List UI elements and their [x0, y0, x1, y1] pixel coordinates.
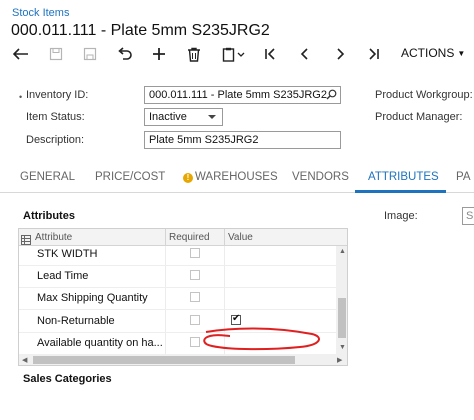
table-row[interactable]: Max Shipping Quantity	[19, 287, 336, 310]
scroll-left-icon[interactable]: ◀	[22, 356, 27, 364]
tab-pa[interactable]: PA	[456, 171, 471, 183]
save-icon[interactable]	[79, 44, 101, 64]
tab-warehouses-label: WAREHOUSES	[195, 171, 278, 183]
actions-menu-button[interactable]: ACTIONS ▼	[401, 46, 465, 60]
inventory-id-value: 000.011.111 - Plate 5mm S235JRG2	[149, 89, 327, 101]
column-header-value[interactable]: Value	[228, 232, 253, 243]
description-label: Description:	[26, 134, 85, 146]
table-row[interactable]: Lead Time	[19, 265, 336, 288]
value-checkbox[interactable]: ✔	[231, 313, 241, 325]
attribute-name: STK WIDTH	[37, 248, 98, 260]
tab-warehouses[interactable]: ! WAREHOUSES	[183, 171, 278, 183]
column-header-required[interactable]: Required	[169, 232, 210, 243]
checkmark-icon: ✔	[232, 313, 241, 324]
item-status-select[interactable]: Inactive	[144, 108, 223, 126]
search-icon[interactable]	[326, 89, 337, 103]
trash-icon[interactable]	[183, 44, 205, 64]
attributes-section-title: Attributes	[23, 210, 75, 222]
tab-price-cost[interactable]: PRICE/COST	[95, 171, 165, 183]
previous-record-icon[interactable]	[294, 44, 316, 64]
breadcrumb[interactable]: Stock Items	[12, 7, 69, 19]
product-workgroup-label: Product Workgroup:	[375, 89, 473, 101]
required-checkbox	[190, 292, 200, 302]
attribute-name: Non-Returnable	[37, 315, 115, 327]
warning-icon: !	[183, 173, 193, 183]
tab-attributes[interactable]: ATTRIBUTES	[368, 171, 439, 183]
inventory-id-label: Inventory ID:	[26, 89, 89, 101]
plus-icon[interactable]	[148, 44, 170, 64]
page-title: 000.011.111 - Plate 5mm S235JRG2	[11, 22, 270, 39]
vertical-scrollbar[interactable]: ▲ ▼	[336, 246, 347, 354]
description-value: Plate 5mm S235JRG2	[149, 134, 259, 146]
scroll-up-icon[interactable]: ▲	[339, 248, 346, 255]
required-checkbox	[190, 270, 200, 280]
attribute-name: Available quantity on ha...	[37, 337, 163, 349]
scroll-right-icon[interactable]: ▶	[337, 356, 342, 364]
add-record-icon[interactable]	[45, 44, 67, 64]
copy-paste-icon[interactable]	[220, 44, 248, 64]
table-row[interactable]: STK WIDTH	[19, 243, 336, 266]
inventory-id-field[interactable]: 000.011.111 - Plate 5mm S235JRG2	[144, 86, 341, 104]
required-marker: •	[19, 92, 23, 102]
image-label: Image:	[384, 210, 418, 222]
chevron-down-icon: ▼	[457, 49, 466, 58]
back-arrow-icon[interactable]	[10, 44, 32, 64]
attribute-name: Lead Time	[37, 270, 89, 282]
sales-categories-title: Sales Categories	[23, 373, 112, 385]
vertical-scroll-thumb[interactable]	[338, 298, 346, 338]
red-annotation-scribble	[203, 327, 321, 351]
actions-label: ACTIONS	[401, 46, 455, 60]
last-record-icon[interactable]	[363, 44, 385, 64]
description-field[interactable]: Plate 5mm S235JRG2	[144, 131, 341, 149]
toolbar: ACTIONS ▼	[0, 42, 474, 66]
column-header-attribute[interactable]: Attribute	[35, 232, 72, 243]
item-status-label: Item Status:	[26, 111, 85, 123]
dropdown-arrow-icon[interactable]	[208, 115, 216, 119]
scroll-down-icon[interactable]: ▼	[339, 344, 346, 351]
required-checkbox	[190, 315, 200, 325]
undo-icon[interactable]	[114, 44, 136, 64]
item-status-value: Inactive	[149, 111, 187, 123]
image-field[interactable]: S	[462, 207, 474, 225]
next-record-icon[interactable]	[329, 44, 351, 64]
tab-bar: GENERAL PRICE/COST ! WAREHOUSES VENDORS A…	[0, 163, 474, 193]
attribute-name: Max Shipping Quantity	[37, 292, 148, 304]
product-manager-label: Product Manager:	[375, 111, 463, 123]
first-record-icon[interactable]	[259, 44, 281, 64]
required-checkbox	[190, 337, 200, 347]
horizontal-scroll-thumb[interactable]	[33, 356, 295, 364]
tab-general[interactable]: GENERAL	[20, 171, 75, 183]
tab-vendors[interactable]: VENDORS	[292, 171, 349, 183]
active-tab-indicator	[355, 190, 446, 193]
required-checkbox	[190, 248, 200, 258]
horizontal-scrollbar[interactable]: ◀ ▶	[19, 354, 347, 365]
